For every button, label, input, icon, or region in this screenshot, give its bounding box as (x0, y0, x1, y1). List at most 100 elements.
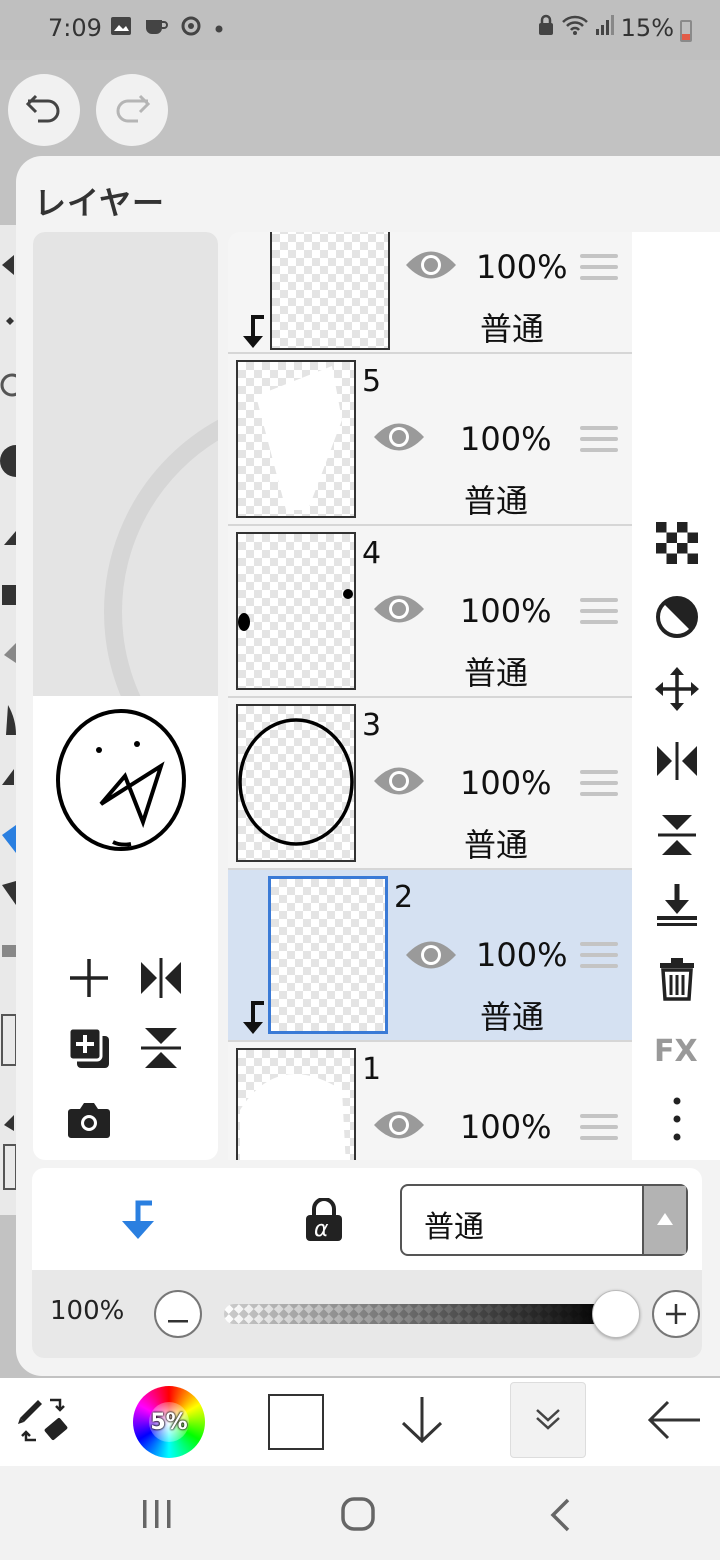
undo-button[interactable] (8, 74, 80, 146)
eye-icon[interactable] (404, 248, 458, 286)
duplicate-icon (67, 1026, 111, 1074)
transparency-checker-button[interactable] (654, 522, 700, 568)
back-button[interactable] (644, 1386, 704, 1458)
drag-handle-icon[interactable] (580, 1114, 618, 1147)
flip-vertical-canvas-button[interactable] (137, 1026, 185, 1074)
layer-row[interactable]: 100% 普通 (228, 232, 632, 354)
add-layer-button[interactable] (65, 956, 113, 1004)
opacity-increase-button[interactable] (652, 1290, 700, 1338)
layer-number: 5 (362, 364, 382, 399)
layer-panel-toggle-button[interactable] (510, 1382, 586, 1458)
system-navigation-bar (0, 1466, 720, 1560)
battery-icon (680, 20, 692, 42)
flip-vertical-icon (658, 813, 696, 861)
layer-row-3[interactable]: 3 100% 普通 (228, 698, 632, 870)
drag-handle-icon[interactable] (580, 426, 618, 459)
wifi-icon (561, 14, 589, 42)
eye-icon[interactable] (372, 592, 426, 630)
layer-list[interactable]: 100% 普通 5 100% 普通 4 100% 普通 3 100% 普通 2 … (228, 232, 632, 1160)
gallery-icon (110, 16, 132, 40)
opacity-control: 100% (32, 1270, 702, 1358)
layer-tools-column: FX (632, 232, 720, 1160)
drag-handle-icon[interactable] (580, 254, 618, 287)
flip-layer-horizontal-button[interactable] (654, 740, 700, 786)
more-vertical-icon (672, 1096, 682, 1146)
lock-status-icon (537, 14, 555, 42)
layer-blend-mode: 普通 (464, 826, 529, 864)
opacity-slider-handle[interactable] (592, 1290, 640, 1338)
drag-handle-icon[interactable] (580, 598, 618, 631)
layer-opacity: 100% (460, 592, 552, 630)
layer-opacity: 100% (460, 1108, 552, 1146)
arrow-left-icon (646, 1398, 702, 1446)
blend-mode-select[interactable]: 普通 (400, 1184, 688, 1256)
trash-icon (659, 957, 695, 1005)
layer-number: 4 (362, 536, 382, 571)
clipping-arrow-icon (240, 314, 266, 354)
delete-layer-button[interactable] (654, 958, 700, 1004)
color-wheel-button[interactable]: 5% (132, 1386, 206, 1458)
redo-button[interactable] (96, 74, 168, 146)
layer-thumbnail (236, 532, 356, 690)
layer-row-1[interactable]: 1 100% (228, 1042, 632, 1160)
layer-blend-mode: 普通 (464, 482, 529, 520)
layer-properties: α 普通 100% (32, 1168, 702, 1358)
preview-drawing (51, 704, 201, 858)
eye-icon[interactable] (372, 1108, 426, 1146)
duplicate-layer-button[interactable] (65, 1026, 113, 1074)
merge-down-icon (655, 882, 699, 932)
triangle-up-icon (656, 1211, 674, 1230)
drag-handle-icon[interactable] (580, 942, 618, 975)
blend-mode-value: 普通 (424, 1210, 484, 1245)
opacity-slider-track[interactable] (224, 1304, 608, 1324)
left-tool-strip[interactable] (0, 225, 32, 1215)
merge-down-button[interactable] (654, 884, 700, 930)
eye-icon[interactable] (372, 764, 426, 802)
alpha-lock-icon: α (304, 1197, 344, 1246)
move-layer-button[interactable] (654, 667, 700, 714)
undo-icon (24, 92, 64, 128)
layer-row-5[interactable]: 5 100% 普通 (228, 354, 632, 526)
move-down-button[interactable] (392, 1386, 452, 1458)
signal-icon (595, 14, 615, 42)
layer-row-2[interactable]: 2 100% 普通 (228, 870, 632, 1042)
more-options-button[interactable] (654, 1096, 700, 1146)
flip-horizontal-icon (139, 958, 183, 1002)
status-time: 7:09 (48, 14, 102, 42)
layer-thumbnail (236, 360, 356, 518)
layer-number: 2 (394, 880, 414, 915)
alpha-lock-button[interactable]: α (300, 1197, 348, 1246)
dropdown-arrow[interactable] (642, 1186, 686, 1254)
system-back-button[interactable] (548, 1498, 572, 1536)
eye-icon[interactable] (372, 420, 426, 458)
tool-swap-button[interactable] (14, 1386, 74, 1458)
home-button[interactable] (340, 1496, 376, 1536)
eye-icon[interactable] (404, 938, 458, 976)
drag-handle-icon[interactable] (580, 770, 618, 803)
dot-icon (214, 19, 224, 38)
layer-blend-mode: 普通 (480, 998, 545, 1036)
flip-vertical-icon (141, 1026, 181, 1074)
layer-blend-mode: 普通 (480, 310, 545, 348)
back-chevron-icon (548, 1498, 572, 1536)
layer-thumbnail (236, 1048, 356, 1160)
canvas-preview (33, 232, 218, 1160)
layer-number: 1 (362, 1052, 382, 1087)
clipping-icon (118, 1199, 154, 1245)
clipping-toggle-button[interactable] (112, 1198, 160, 1246)
opacity-decrease-button[interactable] (154, 1290, 202, 1338)
flip-layer-vertical-button[interactable] (654, 814, 700, 860)
current-color-button[interactable] (266, 1386, 326, 1458)
layer-row-4[interactable]: 4 100% 普通 (228, 526, 632, 698)
recents-button[interactable] (140, 1498, 174, 1534)
import-photo-button[interactable] (65, 1098, 113, 1146)
current-color-swatch (268, 1394, 324, 1450)
invert-color-button[interactable] (654, 596, 700, 642)
recents-icon (140, 1500, 174, 1534)
layer-opacity: 100% (476, 936, 568, 974)
minus-icon (168, 1298, 188, 1331)
filter-fx-button[interactable]: FX (654, 1028, 700, 1074)
preview-background (33, 232, 218, 805)
pen-eraser-swap-icon (16, 1394, 72, 1450)
flip-horizontal-canvas-button[interactable] (137, 956, 185, 1004)
